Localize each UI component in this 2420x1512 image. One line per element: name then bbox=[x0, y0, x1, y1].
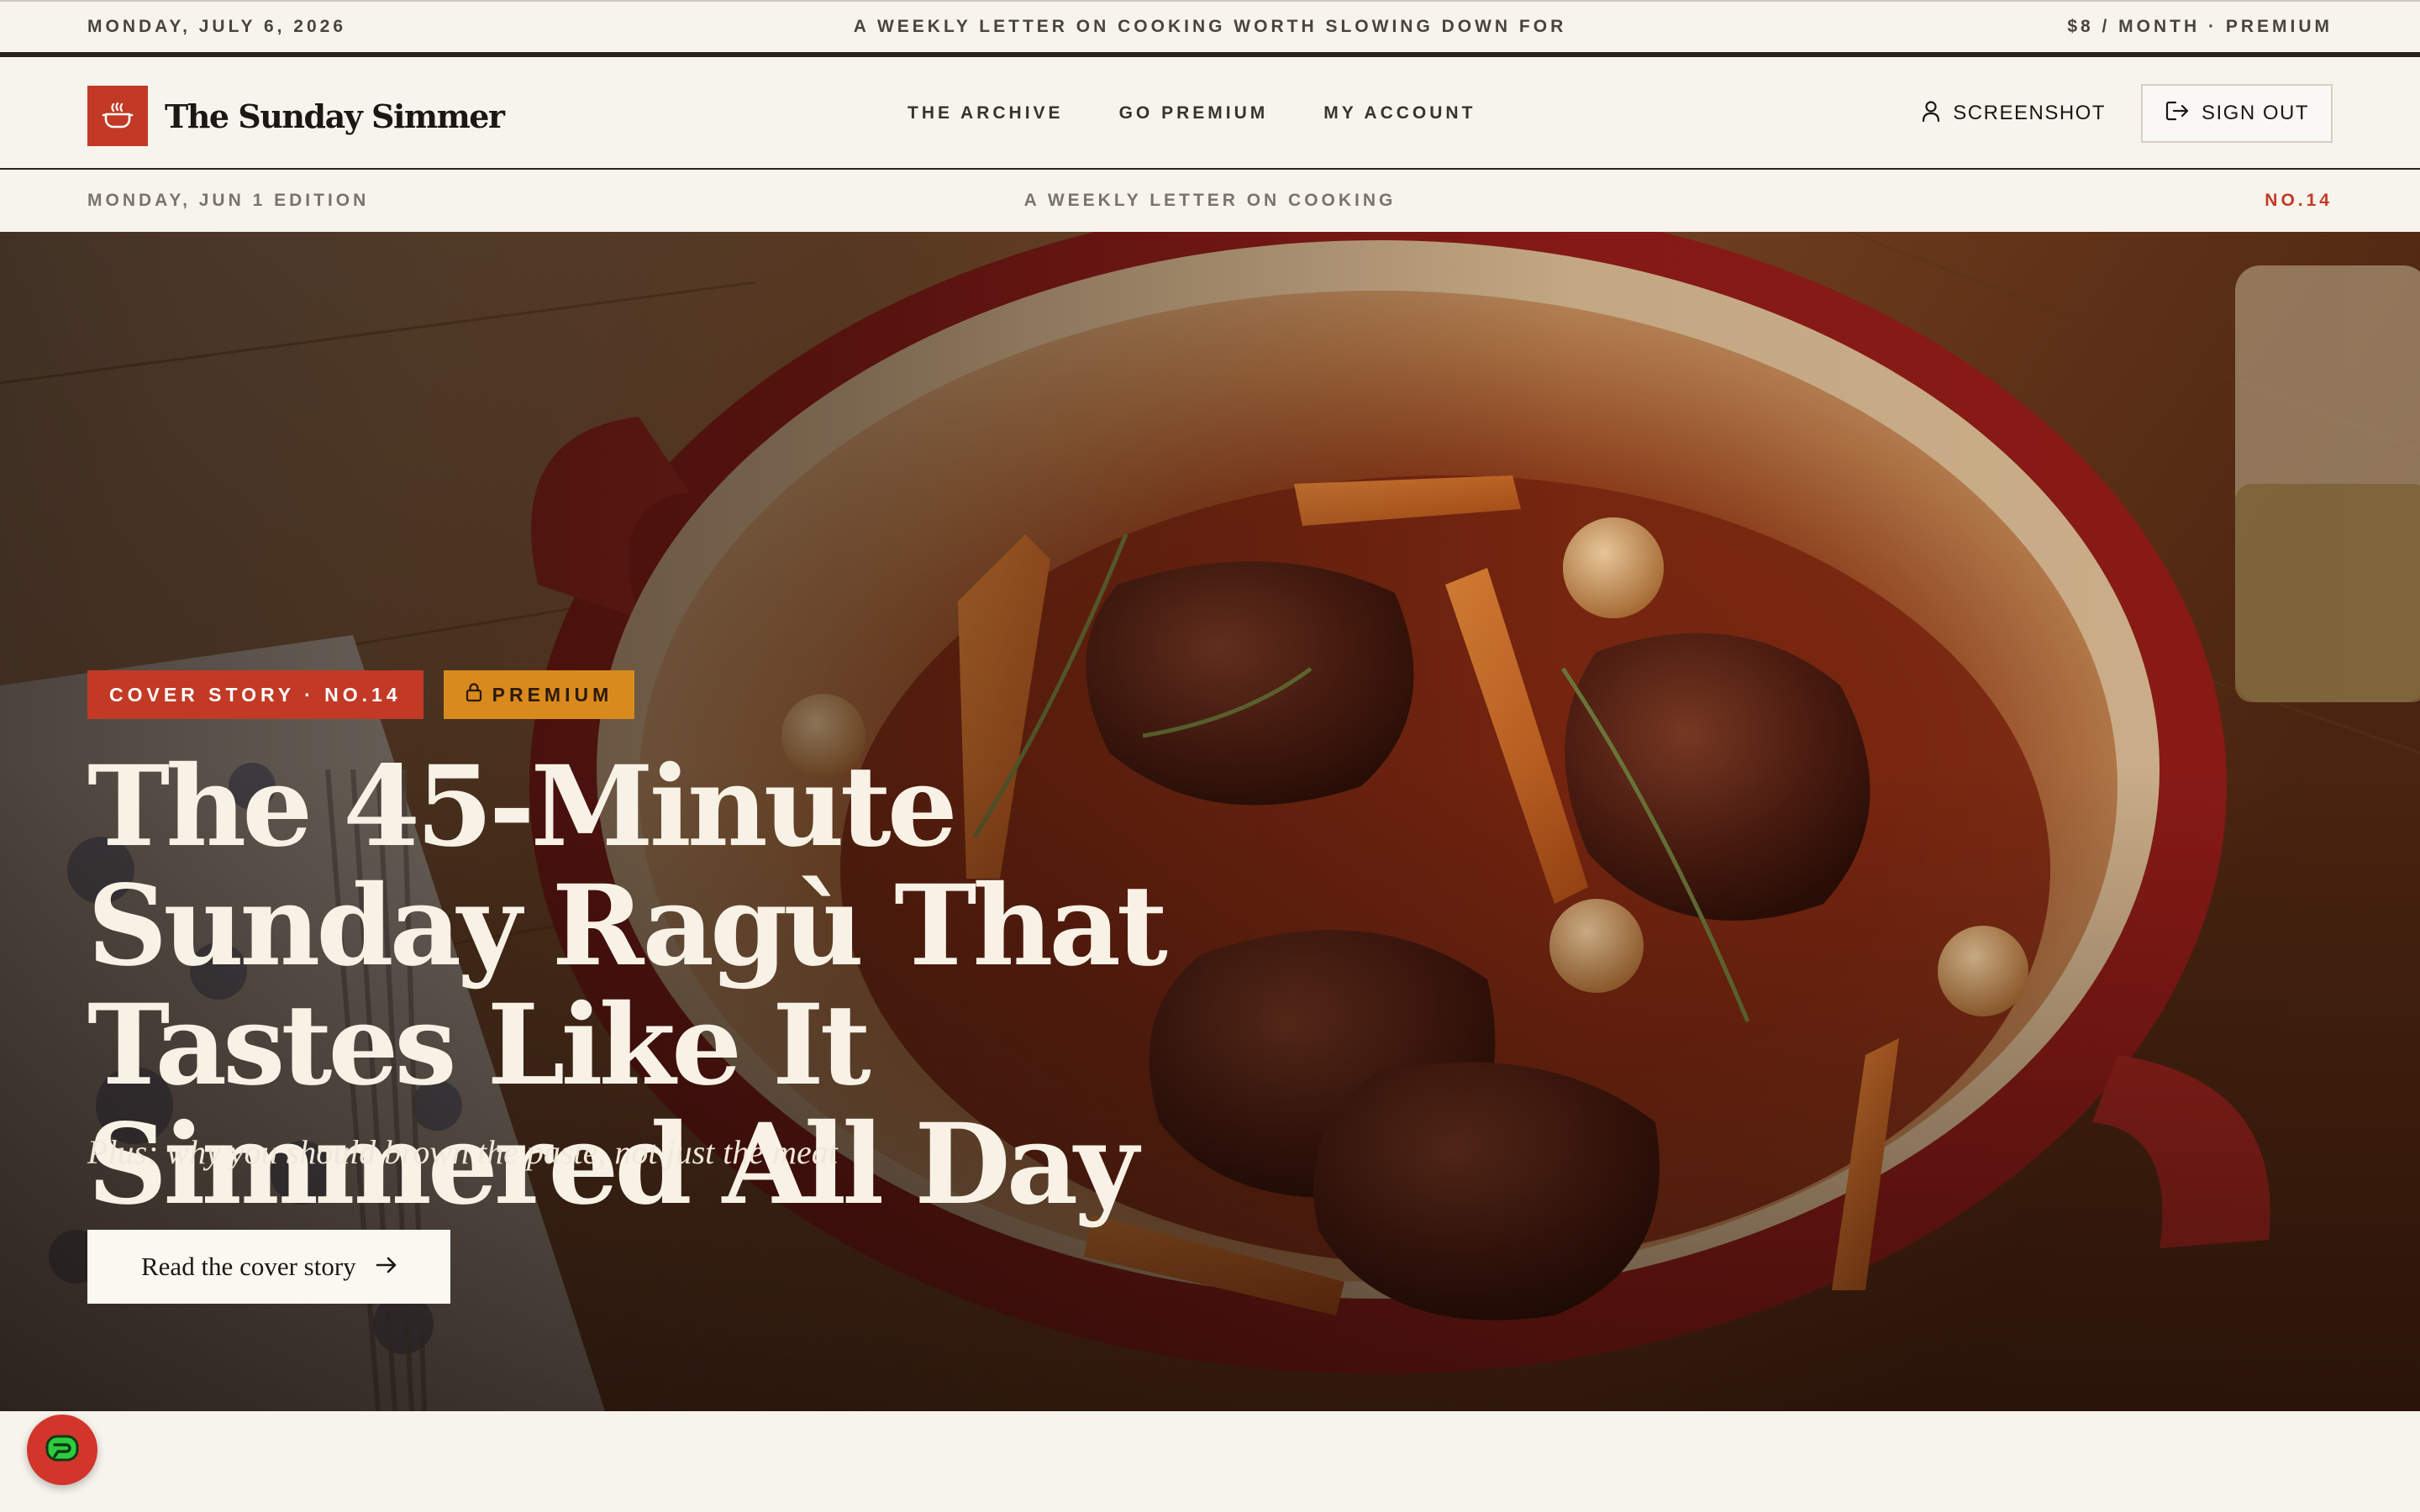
site-header: The Sunday Simmer THE ARCHIVE GO PREMIUM… bbox=[0, 57, 2420, 170]
cover-story-dek: Plus: why you should brown the paste, no… bbox=[87, 1133, 838, 1171]
cta-label: Read the cover story bbox=[141, 1252, 356, 1281]
edition-bar: MONDAY, JUN 1 EDITION A WEEKLY LETTER ON… bbox=[0, 170, 2420, 232]
sign-out-label: SIGN OUT bbox=[2201, 102, 2309, 124]
hero-badges: COVER STORY · NO.14 PREMIUM bbox=[87, 670, 635, 719]
edition-tagline: A WEEKLY LETTER ON COOKING bbox=[1023, 191, 1397, 210]
account-controls: SCREENSHOT SIGN OUT bbox=[1921, 57, 2333, 170]
top-price: $8 / MONTH · PREMIUM bbox=[2067, 17, 2333, 36]
brand-home-link[interactable]: The Sunday Simmer bbox=[87, 86, 505, 146]
top-tagline: A WEEKLY LETTER ON COOKING WORTH SLOWING… bbox=[853, 17, 1567, 36]
cover-story-badge: COVER STORY · NO.14 bbox=[87, 670, 424, 719]
read-cover-story-button[interactable]: Read the cover story bbox=[87, 1230, 450, 1304]
sign-out-icon bbox=[2165, 99, 2190, 129]
lock-icon bbox=[466, 682, 482, 707]
nav-item-my-account[interactable]: MY ACCOUNT bbox=[1323, 103, 1476, 123]
issue-number: NO.14 bbox=[2265, 191, 2333, 210]
user-icon bbox=[1921, 100, 1941, 128]
brand-name: The Sunday Simmer bbox=[165, 97, 505, 135]
nav-item-go-premium[interactable]: GO PREMIUM bbox=[1119, 103, 1269, 123]
premium-badge: PREMIUM bbox=[443, 670, 635, 719]
chat-widget-icon bbox=[42, 1428, 82, 1473]
main-nav: THE ARCHIVE GO PREMIUM MY ACCOUNT bbox=[908, 57, 1476, 170]
top-date: MONDAY, JULY 6, 2026 bbox=[87, 17, 347, 36]
pot-icon bbox=[87, 86, 148, 146]
premium-badge-label: PREMIUM bbox=[492, 683, 613, 706]
sign-out-button[interactable]: SIGN OUT bbox=[2140, 84, 2333, 143]
user-label: SCREENSHOT bbox=[1953, 102, 2106, 124]
nav-item-archive[interactable]: THE ARCHIVE bbox=[908, 103, 1064, 123]
user-account-button[interactable]: SCREENSHOT bbox=[1921, 100, 2106, 128]
cover-story-hero: COVER STORY · NO.14 PREMIUM The 45-Minut… bbox=[0, 232, 2420, 1411]
edition-date: MONDAY, JUN 1 EDITION bbox=[87, 191, 370, 210]
arrow-right-icon bbox=[375, 1252, 398, 1282]
top-utility-bar: MONDAY, JULY 6, 2026 A WEEKLY LETTER ON … bbox=[0, 0, 2420, 57]
chat-widget-button[interactable] bbox=[27, 1415, 97, 1485]
